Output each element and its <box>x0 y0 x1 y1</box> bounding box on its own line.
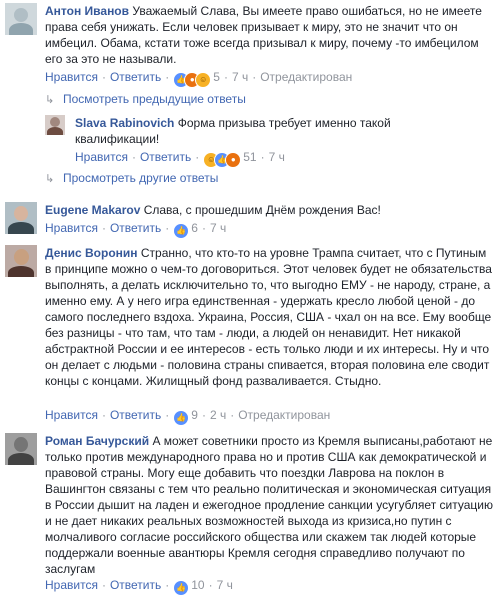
reply-button[interactable]: Ответить <box>110 578 161 592</box>
reply-button[interactable]: Ответить <box>110 70 161 84</box>
comment-actions: Нравится · Ответить · 👍 6 · 7 ч <box>45 220 226 239</box>
comment-text: Роман Бачурский А может советники просто… <box>45 433 495 577</box>
view-previous-replies-label: Посмотреть предыдущие ответы <box>63 92 246 106</box>
like-button[interactable]: Нравится <box>45 221 98 235</box>
comment-author[interactable]: Денис Воронин <box>45 246 138 260</box>
reactions-count[interactable]: 5 <box>213 70 220 84</box>
like-button[interactable]: Нравится <box>45 578 98 592</box>
comment-author[interactable]: Eugene Makarov <box>45 203 140 217</box>
avatar[interactable] <box>5 433 37 465</box>
angry-icon: ● <box>225 152 242 168</box>
comment-author[interactable]: Антон Иванов <box>45 4 129 18</box>
reactions-count[interactable]: 9 <box>191 408 198 422</box>
comment-text: Eugene Makarov Слава, с прошедшим Днём р… <box>45 202 495 218</box>
timestamp[interactable]: 7 ч <box>217 578 233 592</box>
like-icon: 👍 <box>173 223 190 239</box>
view-previous-replies[interactable]: ↳ Посмотреть предыдущие ответы <box>45 91 246 107</box>
comment-author[interactable]: Роман Бачурский <box>45 434 149 448</box>
timestamp[interactable]: 7 ч <box>269 150 285 164</box>
reply-button[interactable]: Ответить <box>140 150 191 164</box>
comment-text: Антон Иванов Уважаемый Слава, Вы имеете … <box>45 3 495 67</box>
reply-arrow-icon: ↳ <box>45 94 55 106</box>
like-icon: 👍 <box>173 410 190 426</box>
like-button[interactable]: Нравится <box>75 150 128 164</box>
comment-actions: Нравится · Ответить · ☺ 👍 ● 51 · 7 ч <box>75 149 285 168</box>
comment-text: Денис Воронин Странно, что кто-то на уро… <box>45 245 495 389</box>
timestamp[interactable]: 7 ч <box>232 70 248 84</box>
reactions-count[interactable]: 6 <box>191 221 198 235</box>
reactions[interactable]: 👍 ● ☺ <box>173 72 212 88</box>
reactions-count[interactable]: 10 <box>191 578 204 592</box>
reply-button[interactable]: Ответить <box>110 221 161 235</box>
view-other-replies-label: Просмотреть другие ответы <box>63 171 219 185</box>
avatar[interactable] <box>5 202 37 234</box>
avatar[interactable] <box>45 115 65 135</box>
comment-body: А может советники просто из Кремля выпис… <box>45 434 493 576</box>
comment-body: Странно, что кто-то на уровне Трампа счи… <box>45 246 492 388</box>
reactions[interactable]: 👍 <box>173 580 190 596</box>
like-button[interactable]: Нравится <box>45 70 98 84</box>
like-button[interactable]: Нравится <box>45 408 98 422</box>
comment-actions: Нравится · Ответить · 👍 10 · 7 ч <box>45 577 233 596</box>
avatar[interactable] <box>5 245 37 277</box>
reactions-count[interactable]: 51 <box>243 150 256 164</box>
reactions[interactable]: 👍 <box>173 410 190 426</box>
comment-body: Слава, с прошедшим Днём рождения Вас! <box>143 203 381 217</box>
edited-label[interactable]: Отредактирован <box>260 70 352 84</box>
haha-icon: ☺ <box>195 72 212 88</box>
reply-button[interactable]: Ответить <box>110 408 161 422</box>
comment-actions: Нравится · Ответить · 👍 ● ☺ 5 · 7 ч · Отредактирова… <box>45 69 352 88</box>
reply-arrow-icon: ↳ <box>45 173 55 185</box>
timestamp[interactable]: 2 ч <box>210 408 226 422</box>
reactions[interactable]: ☺ 👍 ● <box>203 152 242 168</box>
comment-text: Slava Rabinovich Форма призыва требует и… <box>75 115 455 147</box>
view-other-replies[interactable]: ↳ Просмотреть другие ответы <box>45 170 218 186</box>
comment-author[interactable]: Slava Rabinovich <box>75 116 174 130</box>
timestamp[interactable]: 7 ч <box>210 221 226 235</box>
edited-label[interactable]: Отредактирован <box>238 408 330 422</box>
avatar[interactable] <box>5 3 37 35</box>
like-icon: 👍 <box>173 580 190 596</box>
comment-actions: Нравится · Ответить · 👍 9 · 2 ч · Отредактирован <box>45 407 330 426</box>
reactions[interactable]: 👍 <box>173 223 190 239</box>
